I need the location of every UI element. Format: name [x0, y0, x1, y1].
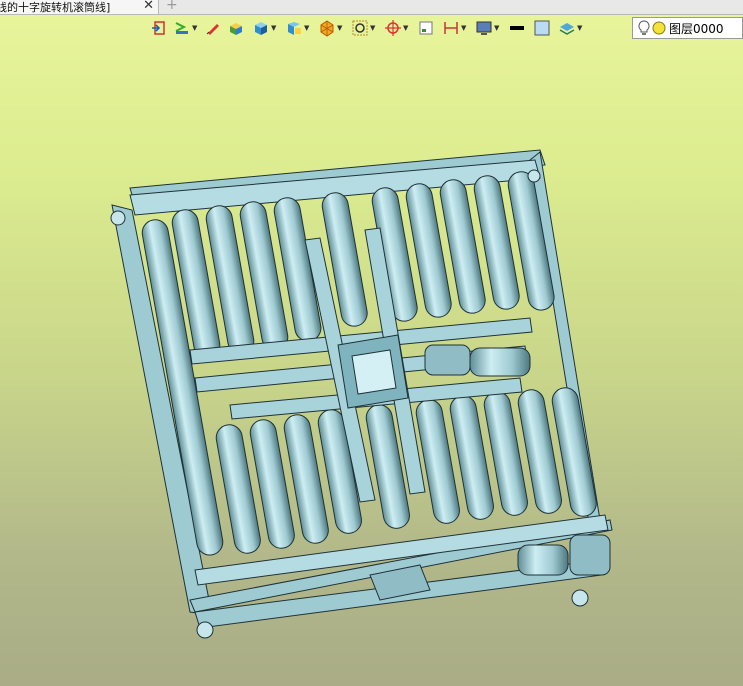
dimension-button[interactable]: ▼	[442, 17, 472, 39]
pen-button[interactable]	[204, 17, 224, 39]
chevron-down-icon[interactable]: ▼	[304, 24, 309, 32]
color-light-button[interactable]	[533, 17, 555, 39]
chevron-down-icon[interactable]: ▼	[403, 24, 408, 32]
new-tab-button[interactable]: +	[166, 0, 178, 13]
fit-icon	[419, 21, 433, 35]
document-tab[interactable]: 线的十字旋转机滚筒线] ✕	[0, 0, 159, 14]
view-orient-icon	[288, 22, 301, 35]
box-shaded-icon	[230, 23, 242, 35]
zoom-icon	[352, 20, 368, 36]
chevron-down-icon[interactable]: ▼	[494, 24, 499, 32]
gear-motor-upper	[424, 344, 531, 377]
box-shaded-button[interactable]	[227, 17, 249, 39]
dimension-icon	[444, 22, 458, 34]
color-black-icon	[510, 26, 524, 30]
chevron-down-icon[interactable]: ▼	[461, 24, 466, 32]
monitor-icon	[476, 21, 492, 35]
document-tab-bar: 线的十字旋转机滚筒线] ✕ +	[0, 0, 743, 15]
line-style-icon	[175, 22, 188, 34]
zoom-button[interactable]: ▼	[351, 17, 381, 39]
exit-icon	[152, 21, 165, 35]
layer-select[interactable]: 图层0000	[632, 17, 743, 39]
layers-icon	[559, 23, 575, 35]
exit-button[interactable]	[150, 17, 170, 39]
close-tab-icon[interactable]: ✕	[143, 0, 154, 14]
chevron-down-icon[interactable]: ▼	[337, 24, 342, 32]
render-mode-icon	[320, 20, 334, 37]
view-toolbar: ▼ ▼ ▼ ▼ ▼ ▼ ▼ ▼ ▼	[150, 16, 591, 40]
layer-name: 图层0000	[669, 21, 724, 36]
chevron-down-icon[interactable]: ▼	[192, 24, 197, 32]
sun-icon	[652, 21, 666, 35]
color-black-button[interactable]	[508, 17, 530, 39]
cube-icon	[255, 22, 267, 35]
cube-button[interactable]: ▼	[252, 17, 282, 39]
lightbulb-icon	[638, 20, 650, 35]
layers-button[interactable]: ▼	[558, 17, 588, 39]
pen-icon	[206, 24, 219, 35]
monitor-button[interactable]: ▼	[475, 17, 505, 39]
view-orient-button[interactable]: ▼	[285, 17, 315, 39]
move-icon	[385, 20, 401, 36]
model-viewport[interactable]	[0, 42, 743, 686]
chevron-down-icon[interactable]: ▼	[370, 24, 375, 32]
line-style-button[interactable]: ▼	[173, 17, 201, 39]
fit-button[interactable]	[417, 17, 439, 39]
document-tab-title: 线的十字旋转机滚筒线]	[0, 1, 111, 14]
move-button[interactable]: ▼	[384, 17, 414, 39]
chevron-down-icon[interactable]: ▼	[577, 24, 582, 32]
chevron-down-icon[interactable]: ▼	[271, 24, 276, 32]
color-light-icon	[534, 20, 550, 36]
render-mode-button[interactable]: ▼	[318, 17, 348, 39]
